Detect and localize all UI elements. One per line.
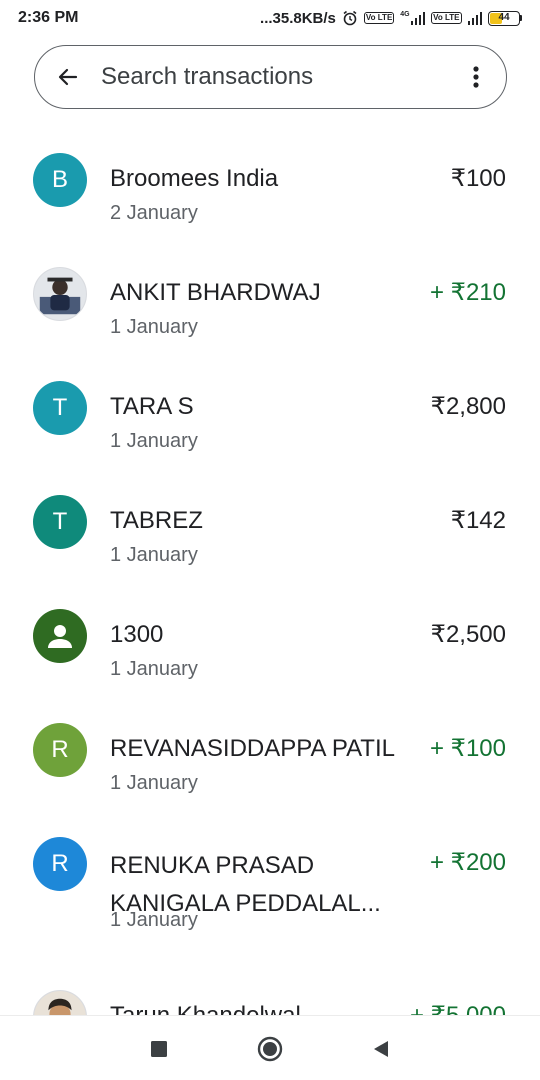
- signal-4g-icon: 4G: [400, 11, 426, 25]
- transaction-date: 1 January: [110, 772, 198, 794]
- status-icons: ...35.8KB/s Vo LTE 4G Vo LTE 44: [260, 10, 522, 27]
- transaction-name: 1300: [110, 621, 164, 648]
- transaction-list[interactable]: B Broomees India 2 January ₹100 ANKIT BH…: [0, 120, 540, 1015]
- circle-icon[interactable]: [257, 1036, 283, 1062]
- transaction-row[interactable]: ANKIT BHARDWAJ 1 January + ₹210: [0, 234, 540, 348]
- transaction-name: Tarun Khandelwal: [110, 1001, 410, 1015]
- status-bar: 2:36 PM ...35.8KB/s Vo LTE 4G Vo LTE 44: [0, 0, 540, 36]
- system-nav-bar: [0, 1015, 540, 1080]
- battery-level: 44: [498, 11, 510, 23]
- transaction-amount: + ₹5,000: [410, 1001, 506, 1015]
- more-vert-icon[interactable]: [464, 62, 488, 92]
- volte-icon: Vo LTE: [363, 12, 395, 24]
- search-input[interactable]: Search transactions: [101, 63, 464, 91]
- transaction-amount: ₹142: [450, 507, 506, 534]
- transaction-row[interactable]: T TABREZ 1 January ₹142: [0, 462, 540, 576]
- transaction-name: REVANASIDDAPPA PATIL: [110, 735, 395, 762]
- transaction-row[interactable]: T TARA S 1 January ₹2,800: [0, 348, 540, 462]
- transaction-amount: + ₹100: [430, 735, 506, 762]
- volte-icon-2: Vo LTE: [431, 12, 462, 24]
- transaction-row[interactable]: 1300 1 January ₹2,500: [0, 576, 540, 690]
- status-time: 2:36 PM: [18, 9, 79, 26]
- transaction-row[interactable]: R RENUKA PRASAD KANIGALA PEDDALAL... 1 J…: [0, 804, 540, 957]
- square-icon[interactable]: [146, 1036, 172, 1062]
- transaction-date: 1 January: [110, 544, 198, 566]
- triangle-back-icon[interactable]: [368, 1036, 394, 1062]
- avatar: T: [33, 495, 87, 549]
- transaction-date: 1 January: [110, 316, 198, 338]
- transaction-row[interactable]: R REVANASIDDAPPA PATIL 1 January + ₹100: [0, 690, 540, 804]
- transaction-name: ANKIT BHARDWAJ: [110, 279, 321, 306]
- transaction-amount: ₹2,800: [430, 393, 506, 420]
- alarm-icon: [342, 10, 358, 26]
- transaction-amount: + ₹200: [430, 849, 506, 876]
- transaction-amount: ₹2,500: [430, 621, 506, 648]
- signal-icon: [467, 11, 482, 25]
- transaction-date: 1 January: [110, 909, 198, 931]
- arrow-left-icon[interactable]: [55, 64, 81, 90]
- transaction-row[interactable]: B Broomees India 2 January ₹100: [0, 120, 540, 234]
- search-bar[interactable]: Search transactions: [34, 45, 507, 109]
- network-type: 4G: [400, 11, 410, 18]
- avatar-photo: [33, 267, 87, 321]
- transaction-name: TABREZ: [110, 507, 203, 534]
- transaction-row[interactable]: Tarun Khandelwal + ₹5,000: [0, 957, 540, 1015]
- transaction-date: 1 January: [110, 430, 198, 452]
- avatar: R: [33, 837, 87, 891]
- network-speed: ...35.8KB/s: [260, 9, 336, 27]
- avatar: R: [33, 723, 87, 777]
- battery-icon: 44: [488, 10, 522, 26]
- avatar: B: [33, 153, 87, 207]
- transaction-amount: + ₹210: [430, 279, 506, 306]
- transaction-date: 1 January: [110, 658, 198, 680]
- avatar: T: [33, 381, 87, 435]
- person-icon: [33, 609, 87, 663]
- avatar-photo: [33, 990, 87, 1015]
- transaction-amount: ₹100: [450, 165, 506, 192]
- transaction-name: Broomees India: [110, 165, 279, 192]
- transaction-date: 2 January: [110, 202, 198, 224]
- transaction-name: TARA S: [110, 393, 194, 420]
